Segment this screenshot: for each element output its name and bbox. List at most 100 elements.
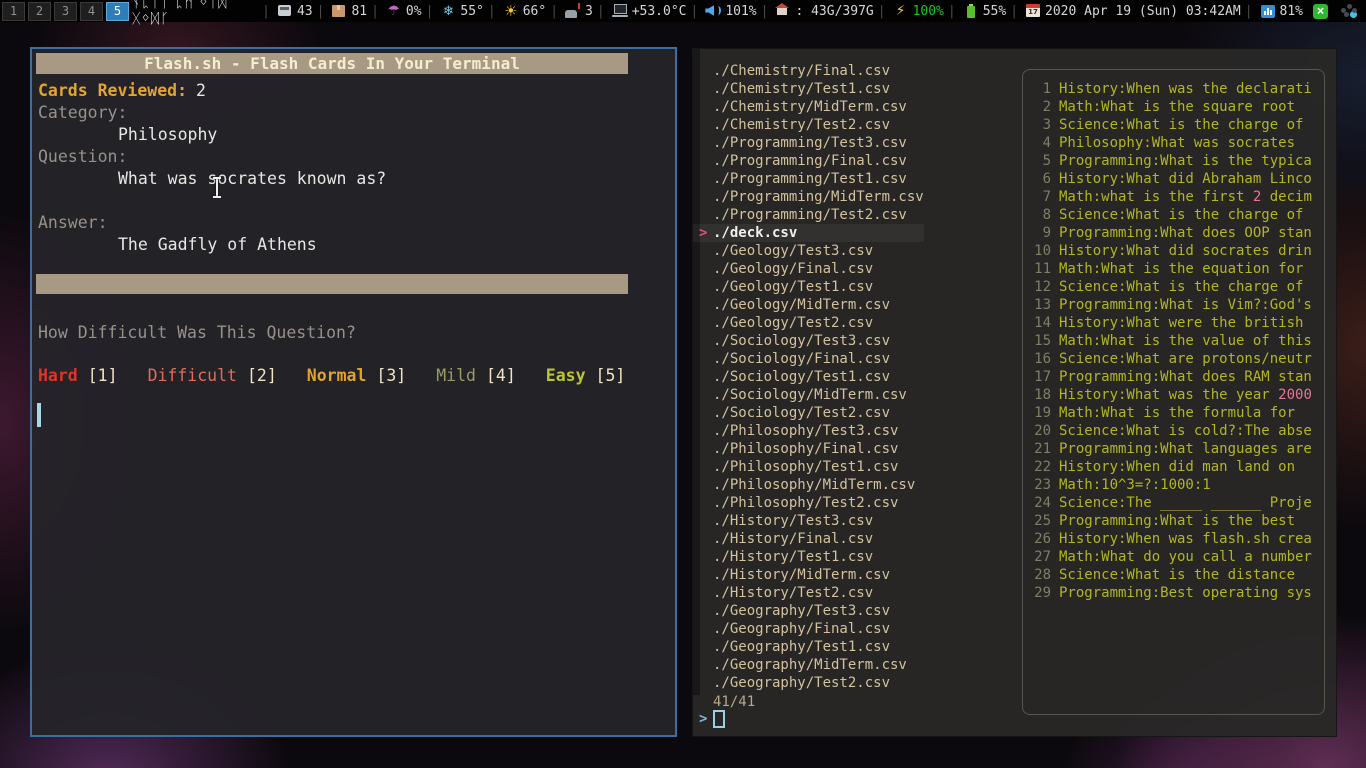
preview-pane: 1 History:When was the declarati 2 Math:… [1022,69,1325,715]
question-value: What was socrates known as? [38,168,675,190]
status-module[interactable]: | 55% [948,3,1006,19]
dots-tray-icon[interactable] [1340,3,1356,19]
status-module[interactable]: | 55° [426,3,484,19]
file-row[interactable]: ./Geology/Test3.csv [693,242,924,260]
separator: | [262,4,270,19]
separator: | [761,4,769,19]
preview-line: 9 Programming:What does OOP stan [1033,224,1324,242]
file-row[interactable]: ./History/Test3.csv [693,512,924,530]
pointer-icon [699,368,713,386]
home-icon [775,3,791,19]
file-row[interactable]: ./History/MidTerm.csv [693,566,924,584]
line-number: 19 [1033,404,1051,422]
difficulty-option[interactable]: Difficult[2] [148,365,277,387]
workspace-button[interactable]: 1 [2,2,25,21]
file-name: ./Programming/Final.csv [713,152,907,170]
file-row[interactable]: ./Philosophy/Final.csv [693,440,924,458]
status-module[interactable]: | 43 [262,3,312,19]
file-name: ./Geography/Final.csv [713,620,890,638]
line-number: 14 [1033,314,1051,332]
file-row[interactable]: ./Programming/Test1.csv [693,170,924,188]
status-module[interactable]: | 101% [690,3,756,19]
file-row[interactable]: ./Chemistry/Test1.csv [693,80,924,98]
pointer-icon [699,278,713,296]
file-row[interactable]: ./Geology/Final.csv [693,260,924,278]
status-module[interactable]: | +53.0°C [597,3,687,19]
preview-line: 14 History:What were the british [1033,314,1324,332]
file-row[interactable]: ./Sociology/MidTerm.csv [693,386,924,404]
file-row[interactable]: ./History/Test1.csv [693,548,924,566]
file-row[interactable]: ./Sociology/Test2.csv [693,404,924,422]
file-row[interactable]: ./Geology/Test2.csv [693,314,924,332]
highlighted-match: 2000 [1278,387,1312,403]
file-row[interactable]: ./Philosophy/Test2.csv [693,494,924,512]
file-row[interactable]: ./Programming/Final.csv [693,152,924,170]
preview-text: Science:What are protons/neutr [1059,350,1312,368]
status-module[interactable]: | 3 [550,3,593,19]
difficulty-option[interactable]: Easy[5] [546,365,626,387]
preview-line: 24 Science:The _____ ______ Proje [1033,494,1324,512]
file-row[interactable]: ./Geology/Test1.csv [693,278,924,296]
pointer-icon [699,494,713,512]
file-name: ./Geology/MidTerm.csv [713,296,890,314]
line-number: 20 [1033,422,1051,440]
workspace-button[interactable]: 4 [80,2,103,21]
file-row[interactable]: ./Sociology/Test1.csv [693,368,924,386]
workspace-button[interactable]: 5 [106,2,129,21]
file-row[interactable]: ./History/Test2.csv [693,584,924,602]
file-row[interactable]: ./Geography/Test1.csv [693,638,924,656]
line-number: 26 [1033,530,1051,548]
file-row[interactable]: ./Sociology/Final.csv [693,350,924,368]
preview-text: History:What did socrates drin [1059,242,1312,260]
pointer-icon [699,404,713,422]
file-row[interactable]: ./Programming/Test3.csv [693,134,924,152]
file-row[interactable]: ./Geography/Final.csv [693,620,924,638]
status-module[interactable]: | 2020 Apr 19 (Sun) 03:42AM [1010,3,1241,19]
file-row[interactable]: ./Philosophy/Test3.csv [693,422,924,440]
file-row[interactable]: ./Philosophy/MidTerm.csv [693,476,924,494]
status-module[interactable]: | 81% [1245,3,1303,19]
category-label: Category: [38,102,675,124]
pointer-icon [699,476,713,494]
separator: | [597,4,605,19]
file-row[interactable]: ./History/Final.csv [693,530,924,548]
pointer-icon [699,602,713,620]
line-number: 11 [1033,260,1051,278]
file-row[interactable]: ./Geography/Test2.csv [693,674,924,692]
file-row[interactable]: ./Chemistry/Final.csv [693,62,924,80]
file-row[interactable]: ./Geography/Test3.csv [693,602,924,620]
status-module[interactable]: | 100% [878,3,944,19]
difficulty-option[interactable]: Mild[4] [436,365,516,387]
preview-text: Programming:What is the best [1059,512,1295,530]
speaker-icon [705,3,721,19]
status-bar: 1 2 3 4 5 ᚾᛈᛁᛏ ᛈᛗ ᛜᛁᛞ ᚷᛜᛞᚴ | 43 | 81 [0,0,1366,22]
file-row[interactable]: ./Geology/MidTerm.csv [693,296,924,314]
difficulty-option[interactable]: Normal[3] [307,365,406,387]
file-row[interactable]: ./Sociology/Test3.csv [693,332,924,350]
preview-text: Math:What is the square root [1059,98,1295,116]
line-number: 8 [1033,206,1051,224]
file-row[interactable]: ./Programming/MidTerm.csv [693,188,924,206]
sun-icon [503,3,519,19]
preview-text: Science:What is the charge of [1059,206,1303,224]
workspace-button[interactable]: 2 [28,2,51,21]
workspace-button[interactable]: 3 [54,2,77,21]
preview-line: 19 Math:What is the formula for [1033,404,1324,422]
file-row[interactable]: ./Geography/MidTerm.csv [693,656,924,674]
file-row[interactable]: ./Programming/Test2.csv [693,206,924,224]
file-row[interactable]: ./Chemistry/Test2.csv [693,116,924,134]
line-number: 25 [1033,512,1051,530]
difficulty-option[interactable]: Hard[1] [38,365,118,387]
file-name: ./Programming/Test3.csv [713,134,907,152]
status-module[interactable]: | : 43G/397G [761,3,874,19]
status-module[interactable]: | 66° [488,3,546,19]
package-icon [331,3,347,19]
status-module[interactable]: | 0% [371,3,421,19]
file-row[interactable]: ./Philosophy/Test1.csv [693,458,924,476]
file-row[interactable]: ./deck.csv [693,224,924,242]
search-prompt[interactable]: > [699,710,725,728]
file-name: ./History/MidTerm.csv [713,566,890,584]
status-module[interactable]: | 81 [317,3,367,19]
green-x-tray-icon[interactable] [1313,4,1328,19]
file-row[interactable]: ./Chemistry/MidTerm.csv [693,98,924,116]
